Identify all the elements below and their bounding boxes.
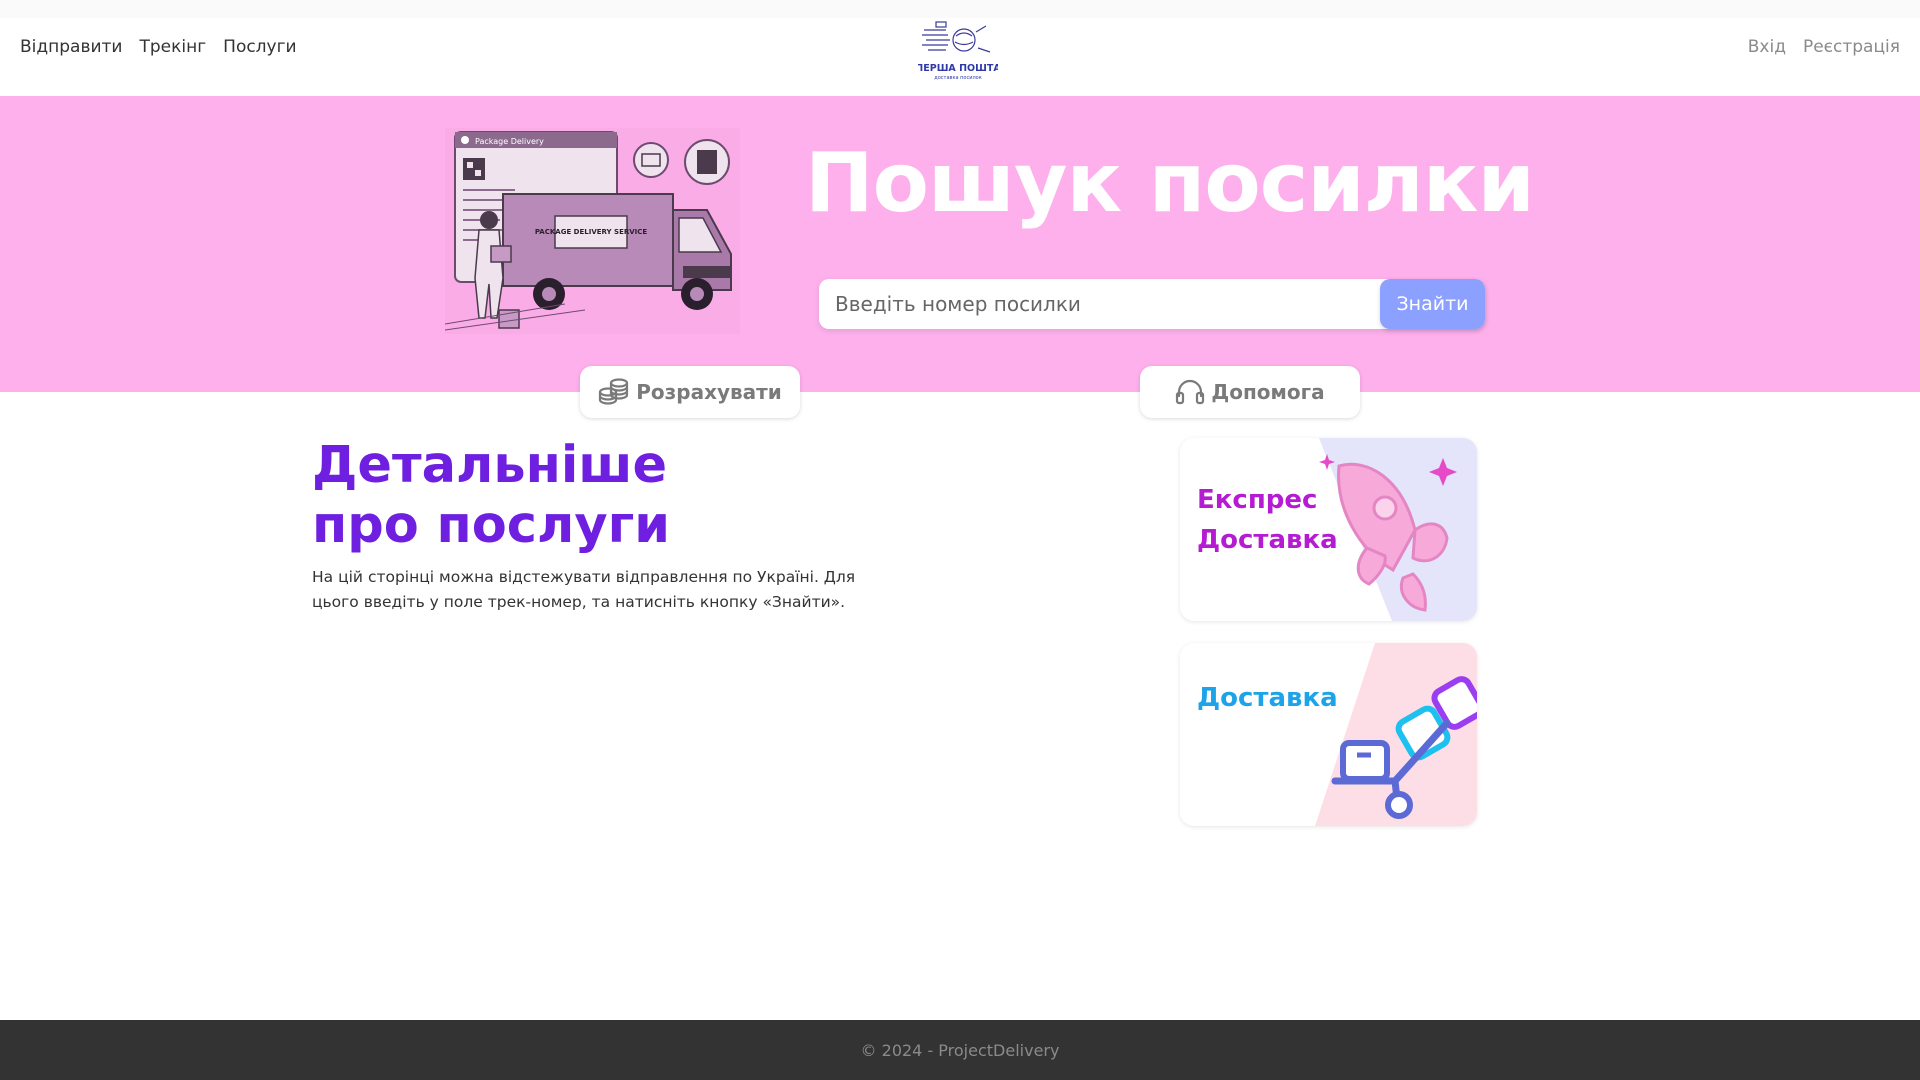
hero-banner: Package Delivery PACKAGE DELIVERY SERVIC… xyxy=(0,96,1920,392)
nav-left: Відправити Трекінг Послуги xyxy=(20,18,297,76)
logo[interactable]: ПЕРША ПОШТА доставка посилок xyxy=(918,18,998,82)
express-delivery-line1: Експрес xyxy=(1197,485,1318,515)
nav-link-login[interactable]: Вхід xyxy=(1748,37,1786,57)
services-heading-line1: Детальніше xyxy=(312,436,668,495)
navbar: Відправити Трекінг Послуги ПЕРША ПОШТА д… xyxy=(0,18,1920,96)
nav-link-register[interactable]: Реєстрація xyxy=(1803,37,1900,57)
logo-subtitle: доставка посилок xyxy=(934,75,981,81)
tracking-number-input[interactable] xyxy=(819,279,1379,329)
find-button[interactable]: Знайти xyxy=(1380,279,1485,329)
nav-link-send[interactable]: Відправити xyxy=(20,37,122,57)
calculate-button[interactable]: Розрахувати xyxy=(580,366,800,418)
footer: © 2024 - ProjectDelivery xyxy=(0,1020,1920,1080)
help-label: Допомога xyxy=(1211,380,1325,404)
coins-icon xyxy=(599,378,629,405)
delivery-label: Доставка xyxy=(1197,683,1338,713)
express-delivery-line2: Доставка xyxy=(1197,525,1338,555)
illustration-truck-text: PACKAGE DELIVERY SERVICE xyxy=(535,228,648,236)
nav-right: Вхід Реєстрація xyxy=(1748,18,1900,76)
services-heading-line2: про послуги xyxy=(312,496,671,555)
hand-truck-icon xyxy=(1315,643,1477,826)
delivery-card[interactable]: Доставка xyxy=(1180,643,1477,826)
services-description: На цій сторінці можна відстежувати відпр… xyxy=(312,568,856,611)
logo-title: ПЕРША ПОШТА xyxy=(918,63,998,74)
top-strip xyxy=(0,0,1920,18)
calculate-label: Розрахувати xyxy=(636,380,782,404)
tracking-search-box: Знайти xyxy=(819,279,1485,329)
express-delivery-label: Експрес Доставка xyxy=(1197,480,1338,560)
footer-copyright: © 2024 - ProjectDelivery xyxy=(860,1040,1060,1060)
express-delivery-card[interactable]: Експрес Доставка xyxy=(1180,438,1477,621)
nav-link-services[interactable]: Послуги xyxy=(223,37,296,57)
page-title: Пошук посилки xyxy=(805,136,1535,231)
headset-icon xyxy=(1176,379,1205,405)
nav-link-tracking[interactable]: Трекінг xyxy=(139,37,206,57)
help-button[interactable]: Допомога xyxy=(1140,366,1360,418)
delivery-truck-illustration: Package Delivery PACKAGE DELIVERY SERVIC… xyxy=(445,128,740,334)
illustration-window-title: Package Delivery xyxy=(475,137,544,146)
services-heading: Детальніше про послуги xyxy=(312,436,670,556)
